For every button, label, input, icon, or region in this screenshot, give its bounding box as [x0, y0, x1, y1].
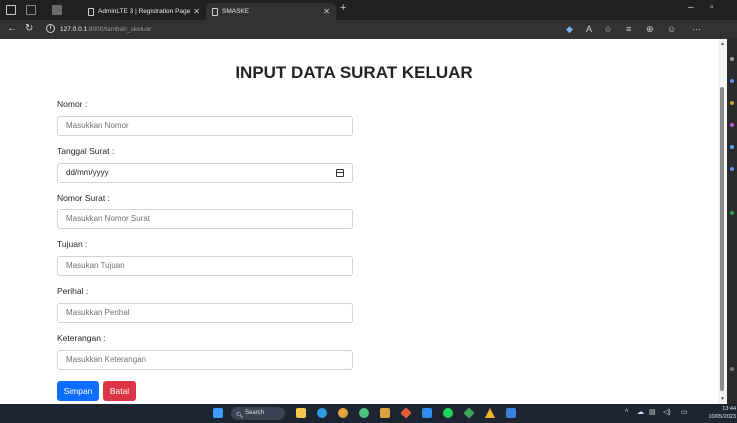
close-tab-icon[interactable]: ✕ — [323, 3, 330, 20]
clock-time: 13:44 — [722, 406, 736, 412]
weather-icon[interactable]: ☁ — [637, 408, 644, 418]
windows-taskbar: 🔍︎ Search ^ ☁ ▤ ◁) ▭ 13:44 10/05/2023 — [0, 404, 737, 423]
tab-adminlte[interactable]: AdminLTE 3 | Registration Page ✕ — [82, 3, 206, 20]
sourcetree-icon[interactable] — [463, 407, 475, 419]
tanggal-surat-input[interactable]: dd/mm/yyyy — [57, 163, 353, 183]
nomor-surat-label: Nomor Surat : — [57, 193, 110, 203]
url-host: 127.0.0.1 — [60, 26, 88, 33]
git-icon[interactable] — [400, 407, 412, 419]
favorite-icon[interactable]: ☆ — [604, 23, 612, 35]
taskbar-search-label: Search — [245, 410, 265, 416]
sidebar-settings-icon[interactable] — [730, 367, 734, 371]
url-path: :8000/tambah_skeluar — [87, 26, 152, 33]
tab-label: SMASKE — [222, 8, 250, 15]
nomor-label: Nomor : — [57, 99, 88, 109]
sidebar-games-icon[interactable] — [730, 123, 734, 127]
battery-icon[interactable]: ▭ — [681, 408, 688, 418]
collections-icon[interactable]: ⊕ — [646, 23, 654, 35]
workspaces-icon[interactable] — [6, 5, 16, 15]
scroll-down-icon[interactable]: ▼ — [719, 396, 726, 402]
refresh-icon[interactable]: ↻ — [25, 23, 33, 35]
tab-label: AdminLTE 3 | Registration Page — [98, 8, 191, 15]
keterangan-label: Keterangan : — [57, 333, 106, 343]
tanggal-surat-label: Tanggal Surat : — [57, 146, 115, 156]
minimize-icon[interactable]: – — [688, 2, 694, 13]
network-icon[interactable]: ▤ — [649, 408, 656, 418]
clock-date: 10/05/2023 — [708, 414, 736, 420]
page-viewport: INPUT DATA SURAT KELUAR Nomor : Masukkan… — [0, 39, 727, 404]
page-title: INPUT DATA SURAT KELUAR — [235, 63, 473, 82]
tujuan-label: Tujuan : — [57, 239, 88, 249]
back-icon[interactable]: ← — [7, 23, 17, 35]
taskbar-app-icon[interactable] — [506, 408, 516, 418]
site-info-icon[interactable]: i — [46, 24, 55, 33]
address-bar[interactable]: 127.0.0.1:8000/tambah_skeluar — [60, 23, 151, 36]
start-icon[interactable] — [213, 408, 223, 418]
perihal-placeholder: Masukkan Perihal — [66, 308, 130, 317]
perihal-label: Perihal : — [57, 286, 89, 296]
nomor-surat-placeholder: Masukkan Nomor Surat — [66, 214, 151, 223]
keterangan-input[interactable]: Masukkan Keterangan — [57, 350, 353, 370]
warning-app-icon[interactable] — [485, 408, 495, 418]
browser-tab-strip: AdminLTE 3 | Registration Page ✕ SMASKE … — [0, 0, 737, 20]
taskbar-search[interactable]: 🔍︎ Search — [231, 407, 285, 420]
spotify-icon[interactable] — [443, 408, 453, 418]
nomor-surat-input[interactable]: Masukkan Nomor Surat — [57, 209, 353, 229]
sidebar-search-icon[interactable] — [730, 57, 734, 61]
profile-icon[interactable]: ☺ — [667, 23, 676, 35]
simpan-button[interactable]: Simpan — [57, 381, 99, 401]
sidebar-outlook-icon[interactable] — [730, 167, 734, 171]
tray-overflow-icon[interactable]: ^ — [625, 408, 628, 418]
browser-toolbar: ← ↻ i 127.0.0.1:8000/tambah_skeluar ◆ A … — [0, 20, 737, 39]
sidebar-office-icon[interactable] — [730, 145, 734, 149]
chrome-canary-icon[interactable] — [338, 408, 348, 418]
page-icon — [88, 8, 94, 16]
file-explorer-icon[interactable] — [296, 408, 306, 418]
tujuan-input[interactable]: Masukan Tujuan — [57, 256, 353, 276]
new-tab-button[interactable]: + — [340, 2, 346, 14]
restore-icon[interactable]: ▫ — [710, 2, 714, 13]
search-icon: 🔍︎ — [236, 413, 244, 419]
perihal-input[interactable]: Masukkan Perihal — [57, 303, 353, 323]
sidebar-tools-icon[interactable] — [730, 101, 734, 105]
page-icon — [212, 8, 218, 16]
pinned-tab-icon[interactable] — [52, 5, 62, 15]
edge-icon[interactable] — [317, 408, 327, 418]
scrollbar-thumb[interactable] — [720, 87, 724, 391]
tab-actions-icon[interactable] — [26, 5, 36, 15]
nomor-placeholder: Masukkan Nomor — [66, 121, 129, 130]
read-aloud-icon[interactable]: A — [586, 23, 592, 35]
nomor-input[interactable]: Masukkan Nomor — [57, 116, 353, 136]
extension-icon[interactable]: ◆ — [566, 23, 573, 35]
tab-smaske[interactable]: SMASKE ✕ — [206, 3, 336, 20]
xampp-icon[interactable] — [380, 408, 390, 418]
more-menu-icon[interactable]: ⋯ — [692, 23, 701, 35]
taskbar-clock[interactable]: 13:44 10/05/2023 — [708, 405, 736, 421]
vscode-icon[interactable] — [422, 408, 432, 418]
keterangan-placeholder: Masukkan Keterangan — [66, 355, 147, 364]
batal-button[interactable]: Batal — [103, 381, 136, 401]
volume-icon[interactable]: ◁) — [663, 408, 671, 418]
scroll-up-icon[interactable]: ▲ — [719, 41, 726, 47]
sidebar-shopping-icon[interactable] — [730, 79, 734, 83]
calendar-icon[interactable] — [336, 169, 344, 177]
edge-sidebar — [727, 39, 737, 404]
favorites-list-icon[interactable]: ≡ — [626, 23, 631, 35]
vertical-scrollbar[interactable]: ▲ ▼ — [718, 39, 727, 404]
chrome-dev-icon[interactable] — [359, 408, 369, 418]
date-format-placeholder: dd/mm/yyyy — [66, 168, 109, 177]
tujuan-placeholder: Masukan Tujuan — [66, 261, 125, 270]
sidebar-add-icon[interactable] — [730, 211, 734, 215]
close-tab-icon[interactable]: ✕ — [193, 3, 200, 20]
